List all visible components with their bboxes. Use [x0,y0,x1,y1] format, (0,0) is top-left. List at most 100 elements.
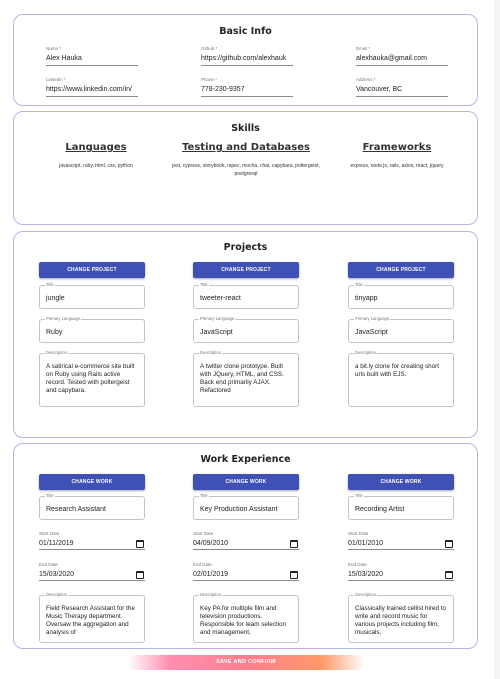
end-date-value[interactable]: 15/03/2020 [39,571,74,578]
project-language-value[interactable]: JavaScript [355,329,388,336]
project-title-field[interactable]: Title tinyapp [348,282,454,309]
skills-column-testing: Testing and Databases jest, cypress, sto… [171,142,321,178]
project-language-field[interactable]: Primary Language Ruby [39,316,145,343]
address-input[interactable]: Vancouver, BC [356,84,448,97]
change-project-button[interactable]: CHANGE PROJECT [39,262,145,278]
project-description-label: Description [45,350,68,355]
testing-heading: Testing and Databases [182,142,310,153]
github-input[interactable]: https://github.com/alexhauk [201,53,293,66]
project-description-value[interactable]: A twitter clone prototype. Built with JQ… [200,363,292,403]
address-label: Address * [356,77,376,82]
change-project-button[interactable]: CHANGE PROJECT [348,262,454,278]
end-date-value[interactable]: 15/03/2020 [348,571,383,578]
change-work-button[interactable]: CHANGE WORK [193,474,299,490]
github-label: Github * [201,46,218,51]
skills-title: Skills [231,123,260,134]
project-language-label: Primary Language [354,316,391,321]
github-field[interactable]: Github * https://github.com/alexhauk [201,46,293,66]
email-field[interactable]: Email * alexhauka@gmail.com [356,46,448,66]
work-description-value[interactable]: Key PA for multiple film and television … [200,605,292,639]
name-input[interactable]: Alex Hauka [46,53,138,66]
work-description-field[interactable]: Description Classically trained cellist … [348,592,454,643]
projects-title: Projects [223,242,268,253]
start-date-field[interactable]: 04/09/2010 [193,539,299,550]
work-title-value[interactable]: Key Production Assistant [200,506,277,513]
start-date-field[interactable]: 01/11/2019 [39,539,145,550]
work-experience-card: Work Experience CHANGE WORK Title Resear… [13,443,478,649]
work-title-field[interactable]: Title Research Assistant [39,493,145,520]
end-date-label: End Date [193,562,212,567]
project-language-field[interactable]: Primary Language JavaScript [193,316,299,343]
start-date-label: Start Date [193,531,214,536]
project-title-label: Title [45,282,55,287]
frameworks-list: express, node.js, rails, axios, react, j… [350,163,444,169]
change-work-button[interactable]: CHANGE WORK [348,474,454,490]
work-title-value[interactable]: Research Assistant [46,506,106,513]
project-title-field[interactable]: Title tweeter-react [193,282,299,309]
work-title-field[interactable]: Title Recording Artist [348,493,454,520]
linkedin-input[interactable]: https://www.linkedin.com/in/ [46,84,138,97]
phone-label: Phone * [201,77,218,82]
linkedin-label: Linkedin * [46,77,66,82]
name-label: Name * [46,46,62,51]
skills-column-frameworks: Frameworks express, node.js, rails, axio… [322,142,472,170]
address-field[interactable]: Address * Vancouver, BC [356,77,448,97]
project-description-value[interactable]: a bit.ly clone for creating short urls b… [355,363,447,403]
phone-input[interactable]: 778-230-9357 [201,84,293,97]
email-input[interactable]: alexhauka@gmail.com [356,53,448,66]
calendar-icon[interactable] [136,571,144,579]
start-date-label: Start Date [348,531,369,536]
work-description-value[interactable]: Classically trained cellist hired to wri… [355,605,447,639]
calendar-icon[interactable] [136,540,144,548]
skills-column-languages: Languages javascript, ruby, html, css, p… [21,142,171,170]
start-date-value[interactable]: 01/11/2019 [39,540,74,547]
change-work-button[interactable]: CHANGE WORK [39,474,145,490]
project-title-value[interactable]: tinyapp [355,295,378,302]
languages-list: javascript, ruby, html, css, python [59,163,133,169]
frameworks-heading: Frameworks [362,142,432,153]
work-description-value[interactable]: Field Research Assistant for the Music T… [46,605,138,639]
project-title-label: Title [354,282,364,287]
change-project-button[interactable]: CHANGE PROJECT [193,262,299,278]
end-date-label: End Date [39,562,58,567]
project-description-value[interactable]: A satirical e-commerce site built on Rub… [46,363,138,403]
end-date-label: End Date [348,562,367,567]
work-title-label: Title [45,493,55,498]
calendar-icon[interactable] [445,540,453,548]
project-description-field[interactable]: Description A satirical e-commerce site … [39,350,145,407]
project-title-value[interactable]: tweeter-react [200,295,241,302]
linkedin-field[interactable]: Linkedin * https://www.linkedin.com/in/ [46,77,138,97]
start-date-field[interactable]: 01/01/2010 [348,539,454,550]
calendar-icon[interactable] [445,571,453,579]
project-language-field[interactable]: Primary Language JavaScript [348,316,454,343]
name-field[interactable]: Name * Alex Hauka [46,46,138,66]
project-description-field[interactable]: Description A twitter clone prototype. B… [193,350,299,407]
work-description-field[interactable]: Description Key PA for multiple film and… [193,592,299,643]
page-scrollbar[interactable] [494,0,500,679]
work-title-field[interactable]: Title Key Production Assistant [193,493,299,520]
project-language-value[interactable]: Ruby [46,329,62,336]
project-description-label: Description [199,350,222,355]
email-label: Email * [356,46,371,51]
work-title-label: Title [199,493,209,498]
project-language-value[interactable]: JavaScript [200,329,233,336]
start-date-value[interactable]: 01/01/2010 [348,540,383,547]
work-description-field[interactable]: Description Field Research Assistant for… [39,592,145,643]
end-date-field[interactable]: 02/01/2019 [193,570,299,581]
project-description-label: Description [354,350,377,355]
project-title-value[interactable]: jungle [46,295,65,302]
project-language-label: Primary Language [45,316,82,321]
start-date-value[interactable]: 04/09/2010 [193,540,228,547]
work-title-value[interactable]: Recording Artist [355,506,404,513]
project-title-field[interactable]: Title jungle [39,282,145,309]
project-language-label: Primary Language [199,316,236,321]
end-date-value[interactable]: 02/01/2019 [193,571,228,578]
calendar-icon[interactable] [290,540,298,548]
end-date-field[interactable]: 15/03/2020 [39,570,145,581]
end-date-field[interactable]: 15/03/2020 [348,570,454,581]
save-and-confirm-button[interactable]: SAVE AND CONFIRM [127,655,365,670]
project-description-field[interactable]: Description a bit.ly clone for creating … [348,350,454,407]
calendar-icon[interactable] [290,571,298,579]
work-description-label: Description [199,592,222,597]
phone-field[interactable]: Phone * 778-230-9357 [201,77,293,97]
